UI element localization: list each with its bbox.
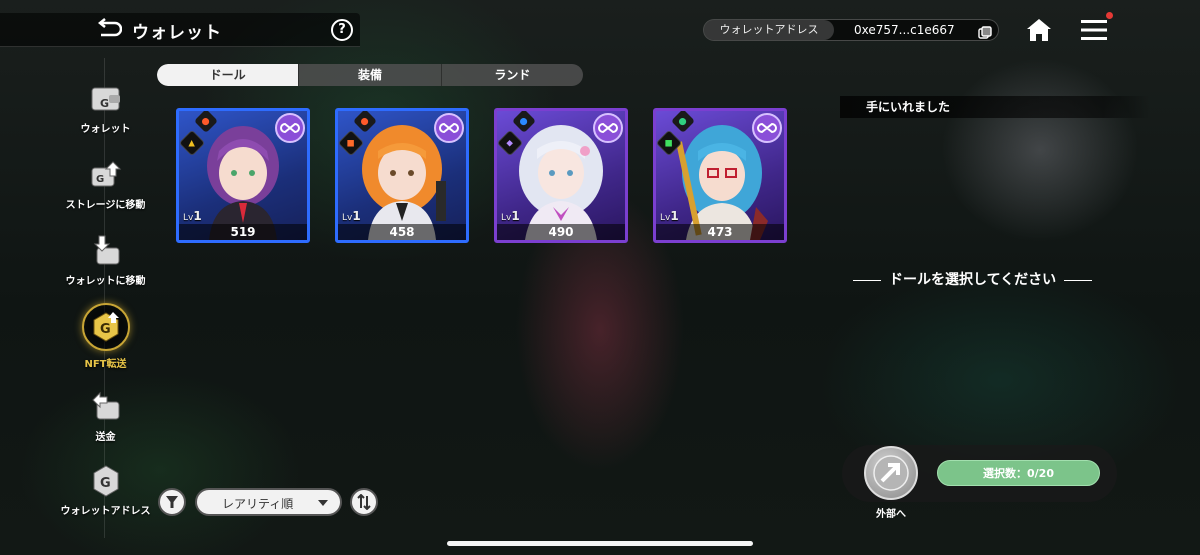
storage-transfer-icon: G xyxy=(91,161,121,187)
filter-icon xyxy=(166,496,178,508)
help-button[interactable]: ? xyxy=(331,19,353,41)
external-transfer-button[interactable] xyxy=(864,446,918,500)
remit-icon xyxy=(91,391,119,420)
svg-text:G: G xyxy=(100,97,109,110)
power-value: 473 xyxy=(707,225,733,239)
category-tabs: ドール 装備 ランド xyxy=(157,64,583,86)
level-label: Lv1 xyxy=(660,209,679,223)
external-arrow-icon xyxy=(873,455,909,491)
wallet-address-bar: ウォレットアドレス 0xe757...c1e667 xyxy=(703,19,999,41)
svg-text:G: G xyxy=(96,174,104,185)
sidebar-item-wallet-address[interactable]: G ウォレットアドレス xyxy=(48,464,163,517)
select-prompt: ドールを選択してください xyxy=(845,269,1100,289)
page-title: ウォレット xyxy=(132,23,222,43)
obtained-label: 手にいれました xyxy=(866,100,951,114)
sidebar-item-label: 送金 xyxy=(95,432,116,443)
external-label: 外部へ xyxy=(876,509,906,520)
sidebar-item-label: ウォレットアドレス xyxy=(60,506,151,517)
sidebar-item-remit[interactable]: 送金 xyxy=(48,390,163,443)
nft-transfer-icon: G xyxy=(93,312,119,342)
level-label: Lv1 xyxy=(183,209,202,223)
svg-text:G: G xyxy=(100,476,111,491)
nft-chain-icon xyxy=(275,113,305,143)
tab-dolls[interactable]: ドール xyxy=(157,64,299,86)
prompt-line-left xyxy=(853,279,881,281)
tab-equipment[interactable]: 装備 xyxy=(298,64,440,86)
sidebar-item-nft-transfer[interactable]: G NFT転送 xyxy=(48,303,163,370)
power-value: 519 xyxy=(230,225,256,239)
notification-dot xyxy=(1106,12,1113,19)
nft-chain-icon xyxy=(752,113,782,143)
home-button[interactable] xyxy=(1025,17,1053,43)
hamburger-icon xyxy=(1081,20,1107,40)
sidebar-item-wallet-transfer[interactable]: ウォレットに移動 xyxy=(48,234,163,287)
sort-order-icon xyxy=(357,494,371,510)
prompt-line-right xyxy=(1064,279,1093,281)
sidebar-item-label: ストレージに移動 xyxy=(65,200,146,211)
power-value: 490 xyxy=(548,225,574,239)
sidebar-item-label: ウォレットに移動 xyxy=(65,276,146,287)
sort-order-button[interactable] xyxy=(350,488,378,516)
chevron-down-icon xyxy=(318,500,328,506)
doll-card[interactable]: ● ▲ Lv1 519 xyxy=(176,108,310,243)
select-prompt-text: ドールを選択してください xyxy=(889,272,1057,288)
sidebar-item-wallet[interactable]: G ウォレット xyxy=(48,82,163,135)
active-indicator: G xyxy=(81,303,130,351)
sidebar-item-storage-transfer[interactable]: G ストレージに移動 xyxy=(48,158,163,211)
back-button[interactable] xyxy=(96,18,123,42)
back-arrow-icon xyxy=(97,18,123,37)
doll-card[interactable]: ● ■ Lv1 458 xyxy=(335,108,469,243)
wallet-address-value: 0xe757...c1e667 xyxy=(854,23,955,37)
wallet-address-label: ウォレットアドレス xyxy=(704,20,834,40)
sort-dropdown[interactable]: レアリティ順 xyxy=(195,488,342,516)
tab-land[interactable]: ランド xyxy=(440,64,583,86)
svg-text:G: G xyxy=(100,322,111,337)
sort-label: レアリティ順 xyxy=(222,497,294,511)
copy-icon[interactable] xyxy=(978,24,992,39)
filter-button[interactable] xyxy=(158,488,186,516)
nft-chain-icon xyxy=(434,113,464,143)
home-icon xyxy=(1027,19,1051,41)
selection-count-badge: 選択数：0/20 xyxy=(937,460,1100,486)
doll-card[interactable]: ● ■ Lv1 473 xyxy=(653,108,787,243)
nft-chain-icon xyxy=(593,113,623,143)
level-label: Lv1 xyxy=(342,209,361,223)
menu-button[interactable] xyxy=(1080,18,1110,42)
level-label: Lv1 xyxy=(501,209,520,223)
wallet-icon: G xyxy=(91,87,120,111)
doll-card[interactable]: ● ◆ Lv1 490 xyxy=(494,108,628,243)
wallet-address-icon: G xyxy=(93,465,118,497)
home-indicator xyxy=(447,541,753,546)
wallet-transfer-icon xyxy=(93,235,119,265)
power-value: 458 xyxy=(389,225,415,239)
sidebar-item-label: ウォレット xyxy=(80,124,131,135)
sidebar-item-label: NFT転送 xyxy=(84,359,127,370)
